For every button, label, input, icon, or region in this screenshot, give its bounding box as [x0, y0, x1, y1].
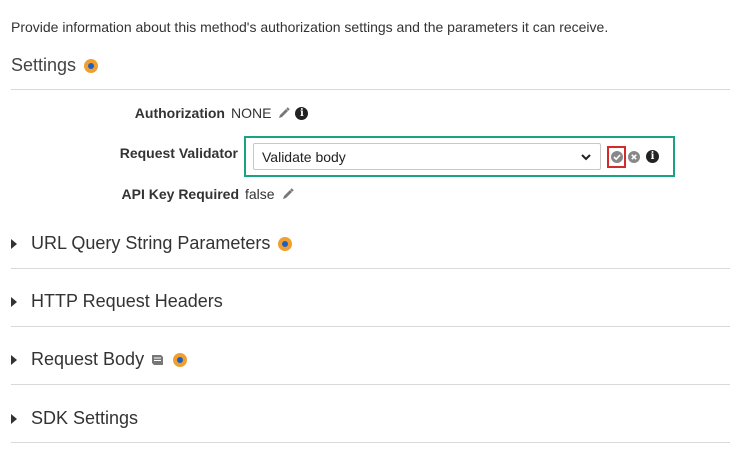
book-icon [152, 354, 164, 365]
divider [11, 89, 730, 90]
section-sdk-settings[interactable]: SDK Settings [11, 408, 138, 429]
section-title: Request Body [31, 349, 145, 369]
caret-right-icon [11, 354, 17, 365]
cancel-circle-icon[interactable] [628, 150, 640, 163]
info-icon[interactable]: i [295, 106, 309, 120]
divider [11, 442, 730, 443]
authorization-row: Authorization NONE i [0, 105, 309, 121]
status-dot-icon [84, 58, 99, 73]
section-title: SDK Settings [31, 408, 139, 428]
settings-heading: Settings [11, 55, 99, 76]
settings-title: Settings [11, 55, 77, 75]
pencil-icon[interactable] [277, 106, 291, 120]
caret-right-icon [11, 296, 17, 307]
status-dot-icon [278, 236, 293, 251]
confirm-button[interactable] [607, 145, 626, 168]
api-key-value: false [245, 186, 275, 202]
status-dot-icon [173, 352, 188, 367]
authorization-label: Authorization [134, 105, 225, 121]
authorization-value: NONE [231, 105, 272, 121]
pencil-icon[interactable] [281, 187, 295, 201]
request-validator-selected: Validate body [262, 148, 346, 165]
divider [11, 268, 730, 269]
divider [11, 326, 730, 327]
request-validator-editor: Validate body i [244, 136, 675, 177]
request-validator-select[interactable]: Validate body [253, 143, 601, 170]
section-http-request-headers[interactable]: HTTP Request Headers [11, 291, 223, 312]
request-validator-label: Request Validator [119, 145, 238, 161]
check-circle-icon [610, 150, 623, 163]
section-title: HTTP Request Headers [31, 291, 223, 311]
intro-text: Provide information about this method's … [11, 19, 609, 35]
info-icon[interactable]: i [646, 150, 659, 163]
request-validator-row: Request Validator [0, 145, 244, 161]
section-request-body[interactable]: Request Body [11, 349, 188, 370]
api-key-row: API Key Required false [0, 186, 295, 202]
section-title: URL Query String Parameters [31, 233, 271, 253]
caret-right-icon [11, 413, 17, 424]
caret-right-icon [11, 238, 17, 249]
api-key-label: API Key Required [121, 186, 239, 202]
section-url-query-string-parameters[interactable]: URL Query String Parameters [11, 233, 293, 254]
chevron-down-icon [581, 153, 591, 160]
divider [11, 384, 730, 385]
